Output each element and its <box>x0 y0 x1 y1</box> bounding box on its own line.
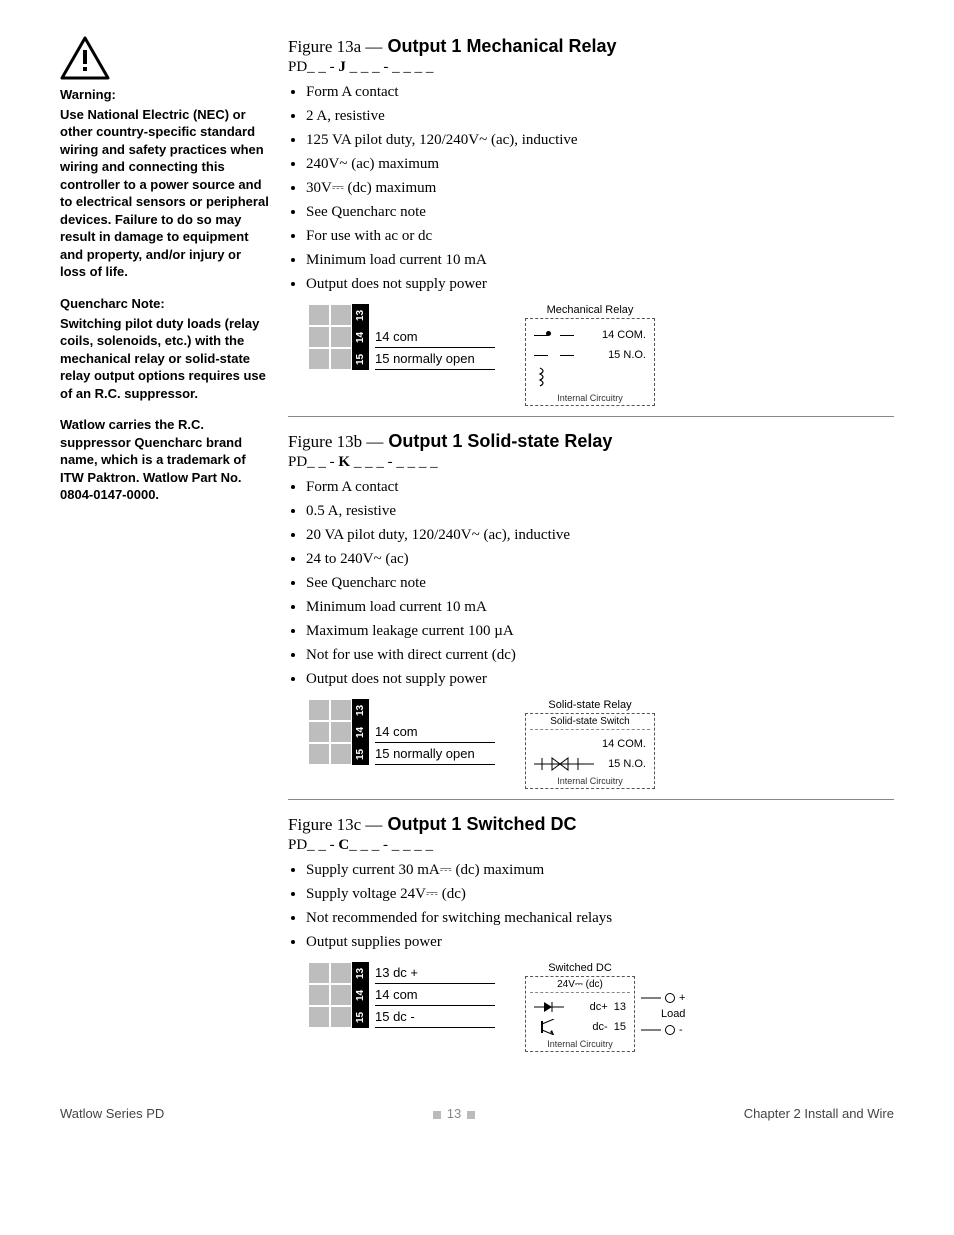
footer-page-number: 13 <box>427 1106 481 1121</box>
schematic-diagram: Mechanical Relay 14 COM. 15 N.O. <box>525 304 655 406</box>
figure-name: Output 1 Solid-state Relay <box>388 431 612 451</box>
figure-title: Figure 13b — Output 1 Solid-state Relay <box>288 431 894 452</box>
terminal-number: 14 <box>352 721 369 743</box>
terminal-number: 13 <box>352 304 369 326</box>
spec-item: 24 to 240V~ (ac) <box>306 547 894 571</box>
figure-title: Figure 13a — Output 1 Mechanical Relay <box>288 36 894 57</box>
figure-title: Figure 13c — Output 1 Switched DC <box>288 814 894 835</box>
schematic-footer: Internal Circuitry <box>534 393 646 403</box>
divider <box>288 416 894 417</box>
spec-item: For use with ac or dc <box>306 224 894 248</box>
terminal-number: 13 <box>352 962 369 984</box>
spec-item: 0.5 A, resistive <box>306 499 894 523</box>
spec-item: 20 VA pilot duty, 120/240V~ (ac), induct… <box>306 523 894 547</box>
figure-13a: Figure 13a — Output 1 Mechanical Relay P… <box>288 36 894 417</box>
spec-item: Not recommended for switching mechanical… <box>306 906 894 930</box>
spec-list: Form A contact 2 A, resistive 125 VA pil… <box>288 80 894 296</box>
part-number: PD_ _ - J _ _ _ - _ _ _ _ <box>288 59 894 76</box>
page-footer: Watlow Series PD 13 Chapter 2 Install an… <box>0 1106 954 1151</box>
coil-icon <box>534 366 554 390</box>
terminal-number: 15 <box>352 1006 369 1028</box>
main-content: Figure 13a — Output 1 Mechanical Relay P… <box>288 36 894 1066</box>
footer-right: Chapter 2 Install and Wire <box>744 1106 894 1121</box>
triac-icon <box>534 755 594 773</box>
spec-item: Minimum load current 10 mA <box>306 595 894 619</box>
part-number: PD_ _ - C_ _ _ - _ _ _ _ <box>288 837 894 854</box>
schematic-subtitle: 24V⎓ (dc) <box>530 979 630 993</box>
spec-item: Minimum load current 10 mA <box>306 248 894 272</box>
spec-item: Output does not supply power <box>306 272 894 296</box>
spec-item: See Quencharc note <box>306 200 894 224</box>
schematic-diagram: Solid-state Relay Solid-state Switch 14 … <box>525 699 655 789</box>
spec-item: Not for use with direct current (dc) <box>306 643 894 667</box>
terminal-block-diagram: 13 14 15 14 com 15 normally open <box>308 699 495 765</box>
terminal-label: 15 dc - <box>375 1006 495 1028</box>
terminal-label: 15 normally open <box>375 743 495 765</box>
figure-name: Output 1 Switched DC <box>387 814 576 834</box>
schematic-title: Mechanical Relay <box>525 304 655 316</box>
divider <box>288 799 894 800</box>
spec-list: Form A contact 0.5 A, resistive 20 VA pi… <box>288 475 894 691</box>
terminal-number: 14 <box>352 984 369 1006</box>
terminal-label: 13 dc + <box>375 962 495 984</box>
spec-item: 240V~ (ac) maximum <box>306 152 894 176</box>
warning-icon <box>60 36 270 80</box>
schematic-footer: Internal Circuitry <box>534 776 646 786</box>
figure-13c: Figure 13c — Output 1 Switched DC PD_ _ … <box>288 814 894 1052</box>
spec-item: Form A contact <box>306 80 894 104</box>
terminal-label: 14 com <box>375 721 495 743</box>
spec-item: Output supplies power <box>306 930 894 954</box>
footer-left: Watlow Series PD <box>60 1106 164 1121</box>
quencharc-heading: Quencharc Note: <box>60 295 270 313</box>
spec-item: Supply current 30 mA⎓ (dc) maximum <box>306 858 894 882</box>
spec-item: See Quencharc note <box>306 571 894 595</box>
terminal-label: 14 com <box>375 326 495 348</box>
terminal-number: 15 <box>352 348 369 370</box>
load-pin-plus: + <box>679 992 685 1004</box>
warning-text: Use National Electric (NEC) or other cou… <box>60 106 270 281</box>
schematic-diagram: Switched DC 24V⎓ (dc) dc+ 13 dc- 15 <box>525 962 685 1052</box>
figure-prefix: Figure 13b — <box>288 432 383 451</box>
load-label: Load <box>641 1008 685 1020</box>
terminal-block-diagram: 13 14 15 13 dc + 14 com 15 dc - <box>308 962 495 1028</box>
spec-item: 30V⎓ (dc) maximum <box>306 176 894 200</box>
figure-13b: Figure 13b — Output 1 Solid-state Relay … <box>288 431 894 800</box>
schematic-title: Switched DC <box>525 962 635 974</box>
spec-item: 2 A, resistive <box>306 104 894 128</box>
sidebar: Warning: Use National Electric (NEC) or … <box>60 36 270 1066</box>
spec-item: 125 VA pilot duty, 120/240V~ (ac), induc… <box>306 128 894 152</box>
schematic-footer: Internal Circuitry <box>534 1039 626 1049</box>
schematic-subtitle: Solid-state Switch <box>530 716 650 730</box>
quencharc-text: Switching pilot duty loads (relay coils,… <box>60 315 270 403</box>
figure-prefix: Figure 13a — <box>288 37 382 56</box>
terminal-number: 15 <box>352 743 369 765</box>
terminal-label: 14 com <box>375 984 495 1006</box>
diode-icon <box>534 999 564 1015</box>
terminal-block-diagram: 13 14 15 14 com 15 normally open <box>308 304 495 370</box>
spec-item: Maximum leakage current 100 µA <box>306 619 894 643</box>
spec-item: Supply voltage 24V⎓ (dc) <box>306 882 894 906</box>
quencharc-note2: Watlow carries the R.C. suppressor Quenc… <box>60 416 270 504</box>
terminal-label: 15 normally open <box>375 348 495 370</box>
terminal-label <box>375 304 495 326</box>
transistor-icon <box>534 1019 564 1035</box>
spec-item: Output does not supply power <box>306 667 894 691</box>
load-pin-minus: - <box>679 1024 683 1036</box>
spec-item: Form A contact <box>306 475 894 499</box>
part-number: PD_ _ - K _ _ _ - _ _ _ _ <box>288 454 894 471</box>
terminal-label <box>375 699 495 721</box>
terminal-number: 13 <box>352 699 369 721</box>
schematic-title: Solid-state Relay <box>525 699 655 711</box>
spec-list: Supply current 30 mA⎓ (dc) maximum Suppl… <box>288 858 894 954</box>
terminal-number: 14 <box>352 326 369 348</box>
figure-prefix: Figure 13c — <box>288 815 382 834</box>
figure-name: Output 1 Mechanical Relay <box>387 36 616 56</box>
warning-heading: Warning: <box>60 86 270 104</box>
